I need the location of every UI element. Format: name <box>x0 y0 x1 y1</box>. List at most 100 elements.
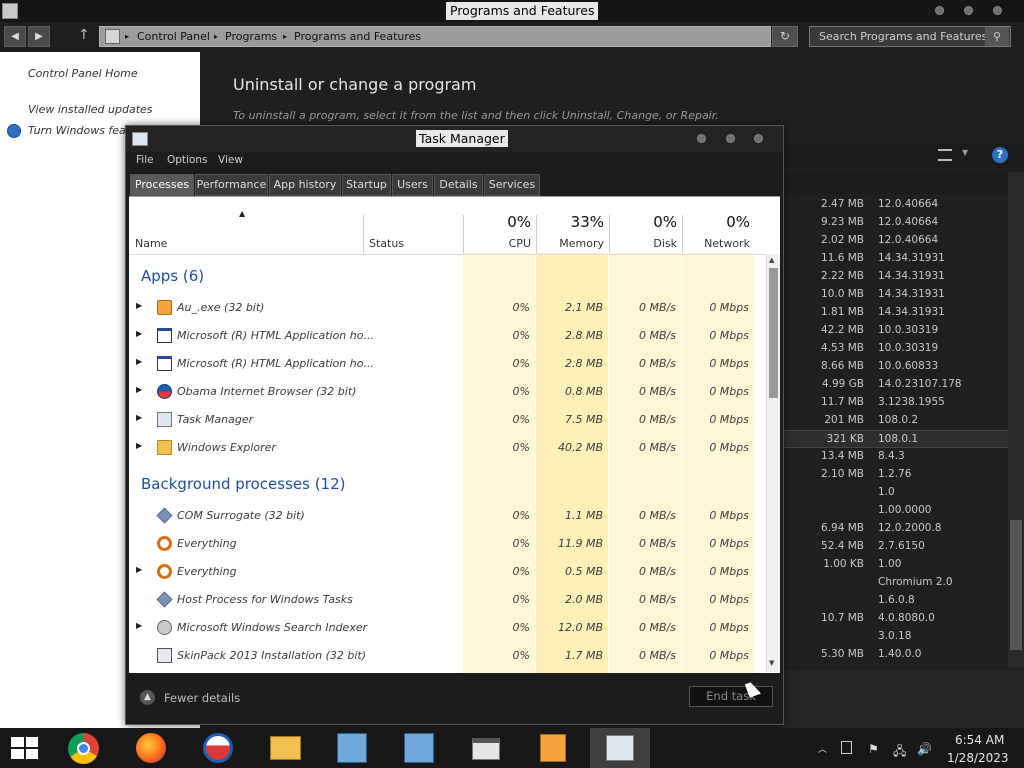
program-row[interactable]: 2.47 MB 12.0.40664 <box>782 196 1008 214</box>
menu-view[interactable]: View <box>218 154 243 166</box>
program-row[interactable]: 9.23 MB 12.0.40664 <box>782 214 1008 232</box>
process-row[interactable]: ▶ Microsoft Windows Search Indexer 0% 12.0 … <box>129 614 756 642</box>
volume-icon[interactable]: 🔊 <box>917 742 932 756</box>
view-installed-updates-link[interactable]: View installed updates <box>28 103 153 116</box>
program-row[interactable]: 4.99 GB 14.0.23107.178 <box>782 376 1008 394</box>
process-row[interactable]: Everything 0% 11.9 MB 0 MB/s 0 Mbps <box>129 530 756 558</box>
tab-services[interactable]: Services <box>484 174 540 196</box>
refresh-icon[interactable]: ↻ <box>772 26 798 47</box>
program-row[interactable]: 3.0.18 <box>782 628 1008 646</box>
expand-arrow-icon[interactable]: ▶ <box>136 565 142 574</box>
chevron-down-icon[interactable]: ▼ <box>962 148 968 157</box>
column-cpu[interactable]: CPU <box>463 237 531 250</box>
windows-features-link[interactable]: Turn Windows featu <box>28 124 137 137</box>
breadcrumb-control-panel[interactable]: Control Panel <box>137 27 210 46</box>
program-row[interactable]: 8.66 MB 10.0.60833 <box>782 358 1008 376</box>
end-task-button[interactable]: End task <box>689 686 773 707</box>
process-row[interactable]: ▶ Au_.exe (32 bit) 0% 2.1 MB 0 MB/s 0 Mbps <box>129 294 756 322</box>
scrollbar-thumb[interactable] <box>769 268 778 398</box>
control-panel-home-link[interactable]: Control Panel Home <box>28 67 138 80</box>
column-memory[interactable]: Memory <box>536 237 604 250</box>
expand-arrow-icon[interactable]: ▶ <box>136 413 142 422</box>
program-row[interactable]: 10.0 MB 14.34.31931 <box>782 286 1008 304</box>
scrollbar-thumb[interactable] <box>1010 520 1022 650</box>
process-row[interactable]: ▶ Microsoft (R) HTML Application ho... 0% 2… <box>129 350 756 378</box>
column-disk[interactable]: Disk <box>609 237 677 250</box>
flag-icon[interactable]: ⚑ <box>868 742 879 756</box>
process-row[interactable]: ▶ Task Manager 0% 7.5 MB 0 MB/s 0 Mbps <box>129 406 756 434</box>
chevron-up-icon[interactable]: ▲ <box>140 690 155 705</box>
process-row[interactable]: ▶ Windows Explorer 0% 40.2 MB 0 MB/s 0 Mbps <box>129 434 756 462</box>
program-row[interactable]: 321 KB 108.0.1 <box>782 430 1008 448</box>
expand-arrow-icon[interactable]: ▶ <box>136 301 142 310</box>
process-row[interactable]: COM Surrogate (32 bit) 0% 1.1 MB 0 MB/s 0 Mb… <box>129 502 756 530</box>
tab-processes[interactable]: Processes <box>130 174 194 196</box>
menu-file[interactable]: File <box>136 154 154 166</box>
expand-arrow-icon[interactable]: ▶ <box>136 385 142 394</box>
clock-date[interactable]: 1/28/2023 <box>947 751 1009 765</box>
breadcrumb-programs-and-features[interactable]: Programs and Features <box>294 27 421 46</box>
tray-overflow-icon[interactable]: ︿ <box>818 742 827 755</box>
search-input[interactable]: Search Programs and Features <box>809 26 1011 47</box>
scroll-down-icon[interactable]: ▼ <box>769 659 774 667</box>
process-row[interactable]: ▶ Microsoft (R) HTML Application ho... 0% 2… <box>129 322 756 350</box>
process-list-scrollbar[interactable]: ▲ ▼ <box>766 254 780 672</box>
file-explorer-icon[interactable] <box>270 736 301 760</box>
program-manager-icon[interactable] <box>472 738 500 760</box>
task-manager-icon[interactable] <box>606 735 634 761</box>
program-row[interactable]: 11.6 MB 14.34.31931 <box>782 250 1008 268</box>
maximize-button[interactable] <box>726 134 735 143</box>
expand-arrow-icon[interactable]: ▶ <box>136 621 142 630</box>
program-row[interactable]: 2.22 MB 14.34.31931 <box>782 268 1008 286</box>
help-icon[interactable]: ? <box>992 147 1008 163</box>
program-row[interactable]: 10.7 MB 4.0.8080.0 <box>782 610 1008 628</box>
program-row[interactable]: 52.4 MB 2.7.6150 <box>782 538 1008 556</box>
address-bar[interactable]: ▸ Control Panel ▸ Programs ▸ Programs an… <box>99 26 771 47</box>
installer-icon[interactable] <box>404 733 434 763</box>
column-status[interactable]: Status <box>369 237 404 250</box>
view-options-icon[interactable] <box>938 149 952 161</box>
tab-users[interactable]: Users <box>392 174 433 196</box>
program-row[interactable]: 4.53 MB 10.0.30319 <box>782 340 1008 358</box>
tablet-icon[interactable] <box>841 741 852 754</box>
process-row[interactable]: Host Process for Windows Tasks 0% 2.0 MB 0 … <box>129 586 756 614</box>
tab-startup[interactable]: Startup <box>342 174 391 196</box>
program-row[interactable]: Chromium 2.0 <box>782 574 1008 592</box>
tab-performance[interactable]: Performance <box>195 174 268 196</box>
process-row[interactable]: SkinPack 2013 Installation (32 bit) 0% 1.7… <box>129 642 756 670</box>
program-row[interactable]: 1.00 KB 1.00 <box>782 556 1008 574</box>
back-button[interactable]: ◀ <box>4 26 26 47</box>
process-row[interactable]: ▶ Everything 0% 0.5 MB 0 MB/s 0 Mbps <box>129 558 756 586</box>
expand-arrow-icon[interactable]: ▶ <box>136 329 142 338</box>
scroll-up-icon[interactable]: ▲ <box>769 256 774 264</box>
forward-button[interactable]: ▶ <box>28 26 50 47</box>
sort-arrow-icon[interactable]: ▲ <box>239 209 245 218</box>
recycle-bin-icon[interactable] <box>540 734 566 762</box>
search-icon[interactable]: ⚲ <box>985 27 1009 46</box>
program-row[interactable]: 42.2 MB 10.0.30319 <box>782 322 1008 340</box>
minimize-button[interactable] <box>697 134 706 143</box>
program-row[interactable]: 1.81 MB 14.34.31931 <box>782 304 1008 322</box>
program-row[interactable]: 201 MB 108.0.2 <box>782 412 1008 430</box>
program-row[interactable]: 1.00.0000 <box>782 502 1008 520</box>
firefox-icon[interactable] <box>136 733 166 763</box>
menu-options[interactable]: Options <box>167 154 208 166</box>
breadcrumb-programs[interactable]: Programs <box>225 27 277 46</box>
program-row[interactable]: 1.0 <box>782 484 1008 502</box>
program-row[interactable]: 2.10 MB 1.2.76 <box>782 466 1008 484</box>
column-name[interactable]: Name <box>135 237 167 250</box>
fewer-details-button[interactable]: Fewer details <box>164 691 240 705</box>
program-row[interactable]: 6.94 MB 12.0.2000.8 <box>782 520 1008 538</box>
column-network[interactable]: Network <box>682 237 750 250</box>
windows-start-icon[interactable] <box>11 737 38 759</box>
program-row[interactable]: 1.6.0.8 <box>782 592 1008 610</box>
close-button[interactable] <box>754 134 763 143</box>
minimize-button[interactable] <box>935 6 944 15</box>
clock-time[interactable]: 6:54 AM <box>955 733 1004 747</box>
tab-app-history[interactable]: App history <box>269 174 341 196</box>
network-icon[interactable]: 🖧 <box>893 742 906 763</box>
program-row[interactable]: 5.30 MB 1.40.0.0 <box>782 646 1008 664</box>
maximize-button[interactable] <box>964 6 973 15</box>
installer-icon[interactable] <box>337 733 367 763</box>
close-button[interactable] <box>993 6 1002 15</box>
